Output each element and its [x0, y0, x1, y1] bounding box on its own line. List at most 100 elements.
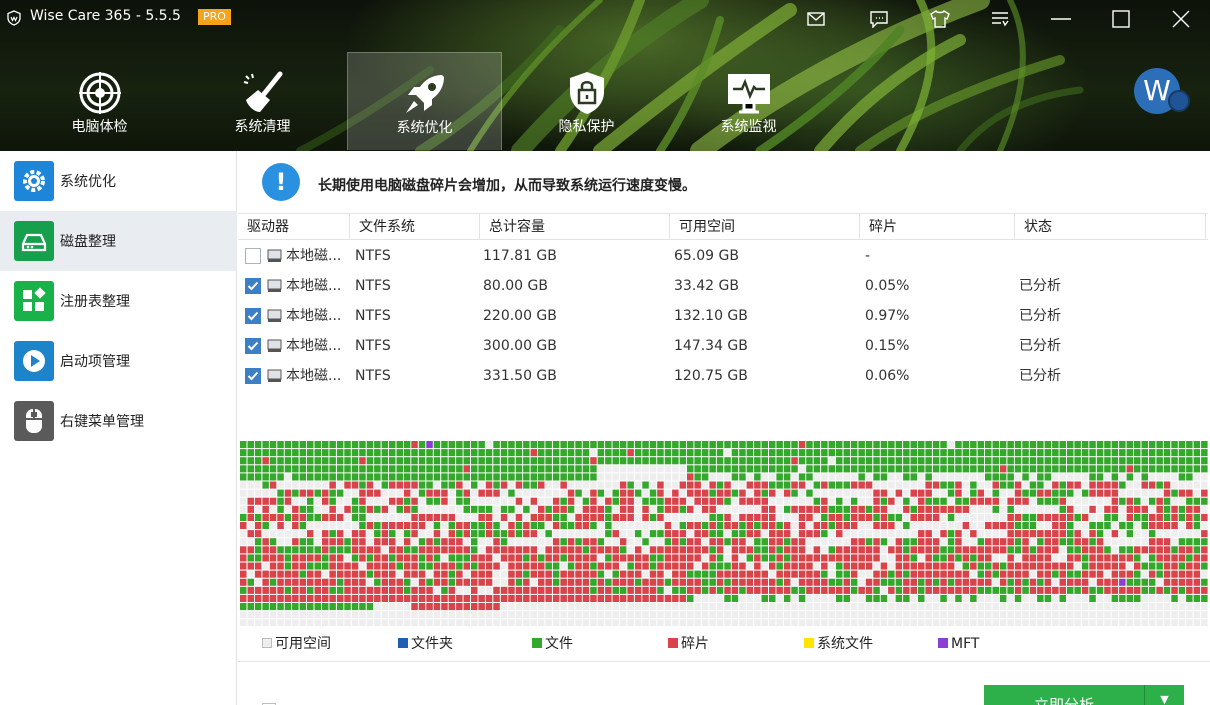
- disk-cluster-cell: [903, 594, 910, 602]
- disk-cluster-cell: [1126, 546, 1134, 554]
- disk-cluster-cell: [322, 578, 329, 586]
- close-icon[interactable]: [1168, 6, 1194, 32]
- table-row[interactable]: 本地磁... NTFS 117.81 GB 65.09 GB -: [238, 241, 1208, 271]
- disk-cluster-cell: [344, 449, 351, 457]
- disk-cluster-cell: [456, 481, 463, 489]
- disk-cluster-cell: [1014, 594, 1022, 602]
- disk-cluster-cell: [1029, 619, 1037, 626]
- disk-cluster-cell: [634, 546, 642, 554]
- sidebar-item-registry[interactable]: 注册表整理: [0, 271, 237, 331]
- disk-cluster-cell: [895, 481, 903, 489]
- sidebar-item-system-optimize[interactable]: 系统优化: [0, 151, 237, 211]
- disk-cluster-cell: [344, 594, 351, 602]
- row-checkbox[interactable]: [245, 338, 261, 354]
- disk-cluster-cell: [910, 530, 917, 538]
- disk-cluster-cell: [314, 505, 321, 513]
- column-header[interactable]: 可用空间: [670, 214, 860, 240]
- table-row[interactable]: 本地磁... NTFS 331.50 GB 120.75 GB 0.06% 已分析: [238, 361, 1208, 391]
- disk-cluster-cell: [970, 554, 977, 562]
- disk-cluster-cell: [1119, 489, 1126, 497]
- disk-cluster-cell: [1081, 522, 1089, 530]
- disk-cluster-cell: [322, 457, 329, 465]
- row-checkbox[interactable]: [245, 368, 261, 384]
- tab-system-optimize[interactable]: 系统优化: [347, 52, 502, 150]
- disk-cluster-cell: [664, 505, 672, 513]
- disk-cluster-cell: [925, 578, 932, 586]
- maximize-icon[interactable]: [1108, 6, 1134, 32]
- disk-cluster-cell: [1067, 554, 1074, 562]
- sidebar-item-disk-defrag[interactable]: 磁盘整理: [0, 211, 237, 271]
- column-header[interactable]: 碎片: [860, 214, 1015, 240]
- column-header[interactable]: 驱动器: [238, 214, 350, 240]
- disk-cluster-cell: [672, 481, 679, 489]
- disk-cluster-cell: [709, 497, 716, 505]
- row-checkbox[interactable]: [245, 248, 261, 264]
- tab-pc-checkup[interactable]: 电脑体检: [22, 52, 177, 150]
- disk-cluster-cell: [880, 465, 888, 473]
- disk-cluster-cell: [314, 554, 321, 562]
- disk-cluster-cell: [687, 505, 694, 513]
- disk-cluster-cell: [940, 505, 947, 513]
- disk-cluster-cell: [336, 578, 344, 586]
- disk-cluster-cell: [560, 465, 567, 473]
- chevron-down-icon[interactable]: ▼: [1144, 685, 1184, 705]
- disk-cluster-cell: [314, 473, 321, 481]
- disk-cluster-cell: [947, 594, 955, 602]
- disk-cluster-cell: [560, 505, 567, 513]
- column-header[interactable]: 文件系统: [350, 214, 480, 240]
- minimize-icon[interactable]: [1048, 6, 1074, 32]
- feedback-icon[interactable]: [866, 6, 892, 32]
- menu-icon[interactable]: [987, 6, 1013, 32]
- disk-cluster-cell: [932, 457, 940, 465]
- disk-cluster-cell: [403, 538, 411, 546]
- disk-cluster-cell: [1037, 473, 1044, 481]
- title-bar[interactable]: Wise Care 365 - 5.5.5 PRO: [0, 0, 1210, 36]
- mail-icon[interactable]: [803, 6, 829, 32]
- skin-icon[interactable]: [927, 6, 953, 32]
- disk-cluster-cell: [605, 481, 612, 489]
- disk-cluster-cell: [1044, 465, 1052, 473]
- disk-cluster-cell: [1029, 481, 1037, 489]
- disk-cluster-cell: [538, 538, 545, 546]
- disk-cluster-cell: [277, 481, 284, 489]
- disk-cluster-cell: [657, 562, 664, 570]
- disk-cluster-cell: [1171, 457, 1178, 465]
- disk-cluster-cell: [597, 457, 605, 465]
- disk-cluster-cell: [530, 465, 538, 473]
- tab-system-clean[interactable]: 系统清理: [185, 52, 340, 150]
- disk-cluster-cell: [336, 522, 344, 530]
- disk-cluster-cell: [433, 546, 441, 554]
- disk-cluster-cell: [433, 489, 441, 497]
- column-header[interactable]: 总计容量: [480, 214, 670, 240]
- table-row[interactable]: 本地磁... NTFS 80.00 GB 33.42 GB 0.05% 已分析: [238, 271, 1208, 301]
- disk-cluster-cell: [619, 554, 627, 562]
- tab-privacy[interactable]: 隐私保护: [509, 52, 664, 150]
- disk-cluster-cell: [754, 594, 761, 602]
- disk-cluster-cell: [709, 457, 716, 465]
- table-row[interactable]: 本地磁... NTFS 220.00 GB 132.10 GB 0.97% 已分析: [238, 301, 1208, 331]
- disk-cluster-cell: [1119, 505, 1126, 513]
- disk-cluster-cell: [642, 538, 649, 546]
- sidebar-item-startup[interactable]: 启动项管理: [0, 331, 237, 391]
- disk-cluster-cell: [456, 473, 463, 481]
- disk-cluster-cell: [1111, 457, 1119, 465]
- column-header[interactable]: 状态: [1015, 214, 1206, 240]
- disk-cluster-cell: [418, 562, 426, 570]
- disk-cluster-cell: [254, 570, 262, 578]
- tab-system-monitor[interactable]: 系统监视: [671, 52, 826, 150]
- sidebar-item-context-menu[interactable]: 右键菜单管理: [0, 391, 237, 451]
- disk-cluster-cell: [1111, 619, 1119, 626]
- disk-cluster-cell: [1096, 578, 1104, 586]
- row-checkbox[interactable]: [245, 308, 261, 324]
- disk-cluster-cell: [977, 522, 985, 530]
- disk-cluster-cell: [694, 611, 701, 619]
- row-checkbox[interactable]: [245, 278, 261, 294]
- disk-cluster-cell: [962, 570, 970, 578]
- disk-cluster-cell: [269, 586, 277, 594]
- analyze-now-button[interactable]: 立即分析: [984, 685, 1144, 705]
- disk-cluster-cell: [873, 611, 880, 619]
- disk-cluster-cell: [679, 594, 687, 602]
- disk-cluster-cell: [754, 562, 761, 570]
- disk-cluster-cell: [806, 611, 813, 619]
- table-row[interactable]: 本地磁... NTFS 300.00 GB 147.34 GB 0.15% 已分析: [238, 331, 1208, 361]
